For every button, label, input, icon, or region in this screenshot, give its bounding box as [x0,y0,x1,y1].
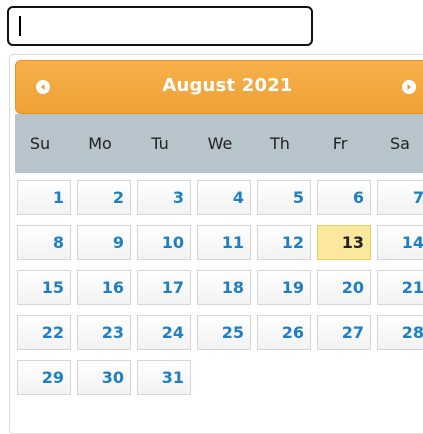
date-input[interactable] [7,6,313,46]
day-cell[interactable]: 29 [17,360,71,395]
day-cell[interactable]: 23 [77,315,131,350]
day-cell[interactable]: 18 [197,270,251,305]
day-cell[interactable]: 26 [257,315,311,350]
weekday-label: Su [29,134,51,153]
weekday-header: Su Mo Tu We Th Fr Sa [15,114,423,173]
day-cell[interactable]: 17 [137,270,191,305]
month-title: August 2021 [162,75,293,96]
weekday-label: We [207,134,233,153]
day-cell[interactable]: 24 [137,315,191,350]
day-cell[interactable]: 31 [137,360,191,395]
day-cell[interactable]: 25 [197,315,251,350]
day-cell[interactable]: 21 [377,270,423,305]
weekday-label: Mo [88,134,112,153]
weekday-label: Fr [332,134,348,153]
next-month-button[interactable] [402,80,416,94]
day-cell[interactable]: 4 [197,180,251,215]
day-cell[interactable]: 27 [317,315,371,350]
day-cell[interactable]: 19 [257,270,311,305]
weekday-label: Th [270,134,290,153]
day-cell[interactable]: 28 [377,315,423,350]
weekday-label: Tu [151,134,169,153]
datepicker-popup: August 2021 Su Mo Tu We Th Fr Sa 1 2 3 4 5 6 7 8 9 10 11… [9,54,423,434]
day-cell[interactable]: 9 [77,225,131,260]
text-caret [19,16,21,36]
datepicker-header: August 2021 [15,60,423,114]
day-cell[interactable]: 20 [317,270,371,305]
day-cell[interactable]: 7 [377,180,423,215]
weekday-label: Sa [390,134,410,153]
day-cell[interactable]: 8 [17,225,71,260]
day-cell[interactable]: 16 [77,270,131,305]
day-cell[interactable]: 1 [17,180,71,215]
day-cell[interactable]: 11 [197,225,251,260]
day-cell[interactable]: 6 [317,180,371,215]
day-cell[interactable]: 15 [17,270,71,305]
chevron-right-icon [407,84,411,90]
day-cell-highlighted[interactable]: 13 [317,225,371,260]
day-cell[interactable]: 5 [257,180,311,215]
day-cell[interactable]: 3 [137,180,191,215]
day-cell[interactable]: 12 [257,225,311,260]
day-cell[interactable]: 10 [137,225,191,260]
day-cell[interactable]: 14 [377,225,423,260]
day-cell[interactable]: 2 [77,180,131,215]
day-cell[interactable]: 30 [77,360,131,395]
day-cell[interactable]: 22 [17,315,71,350]
